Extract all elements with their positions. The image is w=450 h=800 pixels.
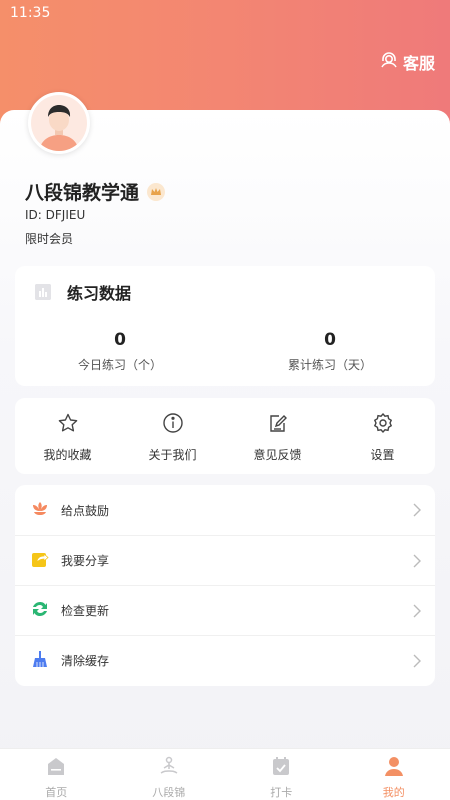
tab-checkin[interactable]: 打卡 bbox=[225, 749, 338, 800]
shortcut-feedback[interactable]: 意见反馈 bbox=[225, 398, 330, 474]
shortcut-settings[interactable]: 设置 bbox=[330, 398, 435, 474]
profile-name: 八段锦教学通 bbox=[25, 182, 140, 204]
menu-item-encourage[interactable]: 给点鼓励 bbox=[15, 485, 435, 535]
practice-stats-card: 练习数据 0 今日练习（个） 0 累计练习（天） bbox=[15, 266, 435, 386]
tab-home[interactable]: 首页 bbox=[0, 749, 113, 800]
menu-list-card: 给点鼓励 我要分享 检查更新 清除缓存 bbox=[15, 485, 435, 686]
menu-item-clear-cache[interactable]: 清除缓存 bbox=[15, 635, 435, 685]
tab-checkin-label: 打卡 bbox=[270, 786, 293, 799]
tab-mine[interactable]: 我的 bbox=[338, 749, 450, 800]
menu-item-check-update-label: 检查更新 bbox=[61, 604, 110, 618]
star-icon bbox=[57, 412, 79, 438]
share-icon bbox=[31, 550, 49, 572]
broom-icon bbox=[31, 650, 49, 672]
refresh-icon bbox=[31, 600, 49, 622]
customer-service-button[interactable]: 客服 bbox=[379, 50, 435, 74]
crown-icon bbox=[147, 182, 166, 201]
feedback-icon bbox=[267, 412, 289, 438]
profile-name-row: 八段锦教学通 bbox=[25, 178, 166, 205]
profile-id: ID: DFJIEU bbox=[25, 208, 86, 222]
chevron-right-icon bbox=[413, 502, 421, 521]
shortcut-settings-label: 设置 bbox=[370, 448, 395, 462]
status-time: 11:35 bbox=[10, 5, 51, 21]
stat-total: 0 累计练习（天） bbox=[225, 330, 435, 373]
gear-icon bbox=[372, 412, 394, 438]
home-icon bbox=[45, 755, 67, 781]
bar-chart-icon bbox=[35, 284, 51, 300]
meditation-icon bbox=[158, 755, 180, 781]
stat-total-value: 0 bbox=[324, 330, 336, 350]
stat-today: 0 今日练习（个） bbox=[15, 330, 225, 373]
tab-baduanjin-label: 八段锦 bbox=[152, 786, 186, 799]
stats-header: 练习数据 bbox=[35, 280, 131, 304]
bottom-tab-bar: 首页 八段锦 打卡 我的 bbox=[0, 748, 450, 800]
calendar-check-icon bbox=[270, 755, 292, 781]
lotus-icon bbox=[31, 499, 49, 521]
menu-item-clear-cache-label: 清除缓存 bbox=[61, 654, 110, 668]
shortcut-about-label: 关于我们 bbox=[148, 448, 197, 462]
shortcut-feedback-label: 意见反馈 bbox=[253, 448, 302, 462]
menu-item-encourage-label: 给点鼓励 bbox=[61, 503, 110, 518]
chevron-right-icon bbox=[413, 553, 421, 572]
customer-service-label: 客服 bbox=[402, 54, 435, 73]
tab-mine-label: 我的 bbox=[382, 786, 405, 799]
shortcut-favorites-label: 我的收藏 bbox=[43, 448, 92, 462]
stat-today-value: 0 bbox=[114, 330, 126, 350]
info-icon bbox=[162, 412, 184, 438]
tab-baduanjin[interactable]: 八段锦 bbox=[113, 749, 226, 800]
person-icon bbox=[383, 755, 405, 781]
chevron-right-icon bbox=[413, 653, 421, 672]
headset-icon bbox=[379, 50, 399, 74]
menu-item-check-update[interactable]: 检查更新 bbox=[15, 585, 435, 635]
chevron-right-icon bbox=[413, 603, 421, 622]
stat-total-label: 累计练习（天） bbox=[287, 358, 372, 372]
avatar[interactable] bbox=[28, 92, 90, 154]
tab-home-label: 首页 bbox=[45, 786, 68, 799]
membership-status: 限时会员 bbox=[25, 232, 74, 246]
shortcut-favorites[interactable]: 我的收藏 bbox=[15, 398, 120, 474]
stats-title: 练习数据 bbox=[67, 284, 132, 303]
shortcuts-card: 我的收藏 关于我们 意见反馈 设置 bbox=[15, 398, 435, 474]
stat-today-label: 今日练习（个） bbox=[77, 358, 162, 372]
menu-item-share[interactable]: 我要分享 bbox=[15, 535, 435, 585]
shortcut-about[interactable]: 关于我们 bbox=[120, 398, 225, 474]
menu-item-share-label: 我要分享 bbox=[61, 554, 110, 568]
